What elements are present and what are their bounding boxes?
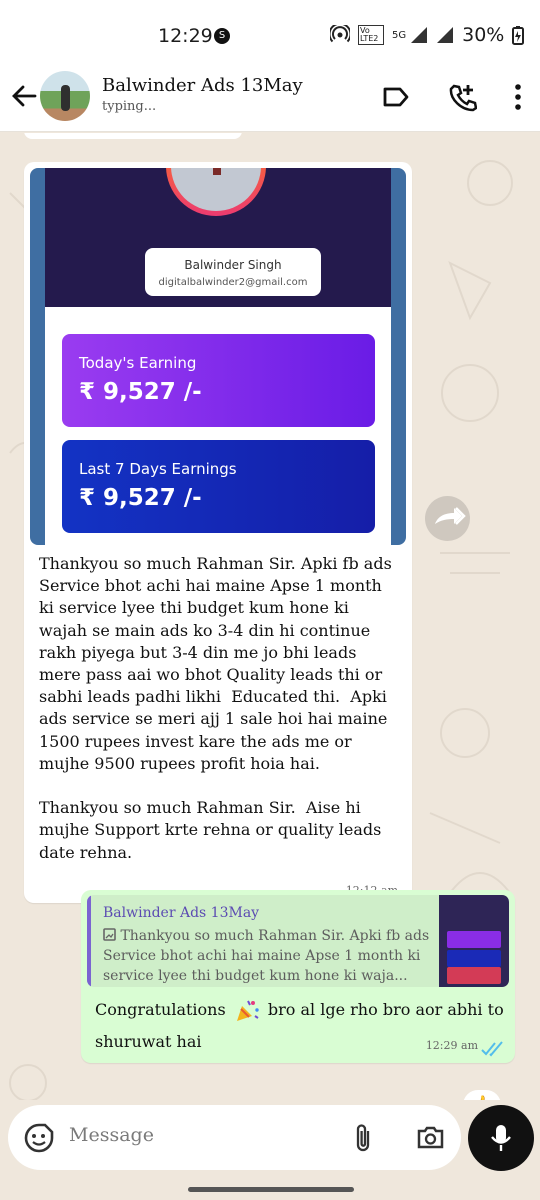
status-time: 12:29 <box>158 25 213 47</box>
read-receipt-icon <box>481 1041 503 1057</box>
outgoing-message-time: 12:29 am <box>425 1039 478 1052</box>
image-icon <box>103 928 116 941</box>
profile-name-card: Balwinder Singh digitalbalwinder2@gmail.… <box>145 248 321 296</box>
signal-icon <box>411 27 428 43</box>
battery-icon <box>512 26 525 45</box>
screenshot-profile-header: Balwinder Singh digitalbalwinder2@gmail.… <box>45 168 391 307</box>
label-icon[interactable] <box>382 85 410 109</box>
notification-icon: S <box>214 28 230 44</box>
chat-header: Balwinder Ads 13May typing... <box>0 64 540 132</box>
outgoing-text-start: Congratulations <box>95 1000 226 1019</box>
forward-button[interactable] <box>425 496 470 541</box>
profile-photo <box>166 168 266 216</box>
quoted-message-text: Thankyou so much Rahman Sir. Apki fb ads… <box>103 926 430 986</box>
quoted-text: Thankyou so much Rahman Sir. Apki fb ads… <box>103 928 430 984</box>
incoming-message[interactable]: Balwinder Singh digitalbalwinder2@gmail.… <box>24 162 412 903</box>
status-icons: Vo LTE2 5G 30% <box>330 24 525 46</box>
gesture-navigation-bar[interactable] <box>188 1187 354 1192</box>
todays-earning-card: Today's Earning ₹ 9,527 /- <box>62 334 375 427</box>
typing-status: typing... <box>102 99 157 114</box>
more-options-icon[interactable] <box>514 84 522 110</box>
last7-earning-amount: ₹ 9,527 /- <box>79 485 202 511</box>
todays-earning-amount: ₹ 9,527 /- <box>79 379 202 405</box>
profile-email: digitalbalwinder2@gmail.com <box>158 277 308 288</box>
message-input[interactable]: Message <box>69 1124 154 1146</box>
microphone-button[interactable] <box>468 1105 534 1171</box>
quoted-thumbnail <box>439 895 509 987</box>
status-bar: 12:29 S Vo LTE2 5G 30% <box>0 0 540 64</box>
message-composer[interactable]: Message <box>8 1105 461 1170</box>
previous-message-edge <box>24 133 242 139</box>
battery-text: 30% <box>462 24 505 46</box>
volte-badge: Vo LTE2 <box>358 25 384 45</box>
hotspot-icon <box>330 25 350 43</box>
attach-icon[interactable] <box>355 1123 373 1153</box>
back-arrow-icon[interactable] <box>10 82 38 110</box>
network-type: 5G <box>392 29 407 41</box>
outgoing-message[interactable]: Balwinder Ads 13May Thankyou so much Rah… <box>81 890 515 1063</box>
microphone-icon <box>491 1125 511 1151</box>
quoted-sender-name: Balwinder Ads 13May <box>103 905 260 921</box>
quoted-reply[interactable]: Balwinder Ads 13May Thankyou so much Rah… <box>87 895 509 987</box>
emoji-sticker-icon[interactable] <box>24 1123 54 1153</box>
last7-earning-card: Last 7 Days Earnings ₹ 9,527 /- <box>62 440 375 533</box>
forward-icon <box>435 507 466 525</box>
party-popper-icon <box>236 1000 259 1021</box>
last7-earning-label: Last 7 Days Earnings <box>79 460 237 478</box>
camera-icon[interactable] <box>416 1124 445 1150</box>
incoming-message-text: Thankyou so much Rahman Sir. Apki fb ads… <box>39 554 392 862</box>
chat-area[interactable]: Balwinder Singh digitalbalwinder2@gmail.… <box>0 133 540 1100</box>
profile-name: Balwinder Singh <box>184 258 282 272</box>
todays-earning-label: Today's Earning <box>79 354 197 372</box>
add-call-icon[interactable] <box>447 82 477 112</box>
contact-name[interactable]: Balwinder Ads 13May <box>102 75 303 96</box>
earnings-screenshot-image[interactable]: Balwinder Singh digitalbalwinder2@gmail.… <box>30 168 406 545</box>
earnings-panel: Today's Earning ₹ 9,527 /- Last 7 Days E… <box>45 307 391 545</box>
signal-icon-2 <box>437 27 454 43</box>
contact-avatar[interactable] <box>40 71 90 121</box>
